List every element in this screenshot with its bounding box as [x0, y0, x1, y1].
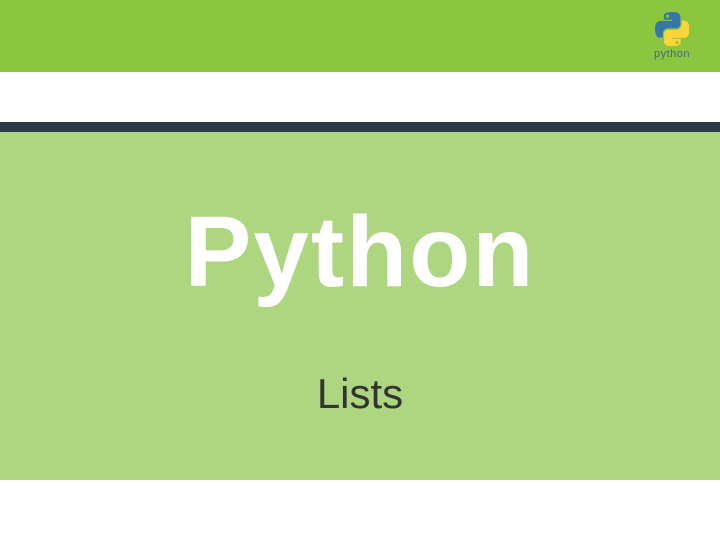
logo-label: python	[654, 48, 690, 60]
main-content: Python Lists	[0, 132, 720, 480]
slide-subtitle: Lists	[317, 370, 403, 418]
slide-title: Python	[185, 195, 536, 310]
slide: python Python Lists	[0, 0, 720, 540]
divider-bar	[0, 122, 720, 132]
bottom-margin	[0, 480, 720, 540]
python-logo-icon	[655, 12, 689, 46]
python-logo: python	[654, 12, 690, 60]
white-gap	[0, 72, 720, 122]
top-banner: python	[0, 0, 720, 72]
